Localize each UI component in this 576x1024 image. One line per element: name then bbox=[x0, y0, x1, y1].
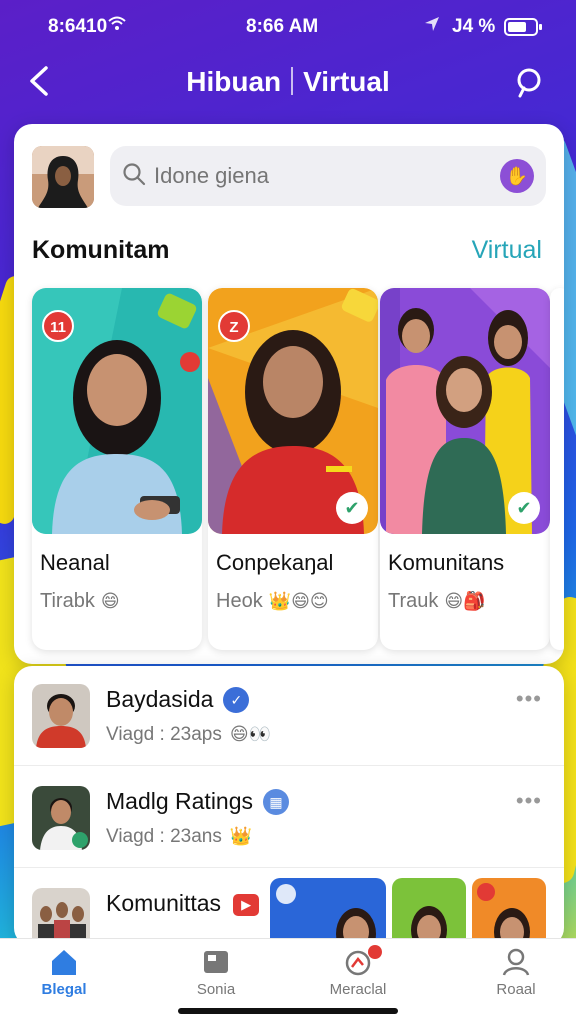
verified-icon: ✔ bbox=[336, 492, 368, 524]
user-photo bbox=[32, 146, 94, 208]
nav-label: Sonia bbox=[196, 981, 236, 998]
community-sub: Heok 👑😄😊 bbox=[216, 590, 329, 612]
community-sub: Tirabk 😄 bbox=[40, 590, 120, 612]
activity-list: Baydasida ✓ Viagd : 23aps 😄👀 ••• Madlg Rat… bbox=[14, 666, 564, 946]
title-right: Virtual bbox=[303, 66, 390, 97]
community-badge: Z bbox=[218, 310, 250, 342]
community-name: Neanal bbox=[40, 550, 110, 575]
home-icon bbox=[52, 950, 76, 975]
community-name: Conpekaŋal bbox=[216, 550, 334, 575]
nav-label: Roaal bbox=[496, 981, 536, 998]
list-item[interactable]: Madlg Ratings ▦ Viagd : 23ans 👑 ••• bbox=[14, 768, 564, 868]
community-card[interactable]: Z ✔ Conpekaŋal Heok 👑😄😊 bbox=[208, 288, 378, 650]
home-indicator bbox=[178, 1008, 398, 1014]
nav-item-media[interactable]: Sonia bbox=[156, 947, 276, 998]
play-icon: ▶ bbox=[233, 894, 260, 916]
media-icon bbox=[204, 951, 228, 973]
avatar[interactable] bbox=[32, 146, 94, 208]
more-icon[interactable]: ••• bbox=[516, 686, 542, 712]
list-item[interactable]: Baydasida ✓ Viagd : 23aps 😄👀 ••• bbox=[14, 666, 564, 766]
community-image: ✔ bbox=[380, 288, 550, 534]
community-image: Z ✔ bbox=[208, 288, 378, 534]
nav-item-activity[interactable]: Meraclal bbox=[298, 945, 418, 998]
more-icon[interactable]: ••• bbox=[516, 788, 542, 814]
community-sub: Trauk 😄🎒 bbox=[388, 590, 486, 612]
nav-item-profile[interactable]: Roaal bbox=[456, 947, 576, 998]
status-time-left: 8:6410 bbox=[48, 16, 108, 37]
title-left: Hibuan bbox=[186, 66, 282, 97]
list-item-sub: Viagd : 23ans 👑 bbox=[106, 826, 253, 847]
communities-card: ✋ Komunitam Virtual 11 Neanal Tirabk😄 bbox=[14, 124, 564, 664]
notification-dot bbox=[368, 945, 382, 959]
community-name: Komunitans bbox=[388, 550, 505, 575]
voice-button[interactable]: ✋ bbox=[500, 159, 534, 193]
search-input[interactable] bbox=[154, 159, 484, 193]
list-item-title: Baydasida ✓ bbox=[106, 686, 250, 713]
page-title: Hibuan Virtual bbox=[0, 66, 576, 98]
nav-item-home[interactable]: Blegal bbox=[4, 947, 124, 998]
search-icon bbox=[517, 68, 541, 98]
community-card[interactable]: ✔ Komunitans Trauk 😄🎒 bbox=[380, 288, 550, 650]
battery-icon bbox=[504, 18, 542, 36]
verified-icon: ✓ bbox=[223, 687, 250, 713]
title-divider bbox=[291, 67, 294, 95]
thumbnail[interactable] bbox=[472, 878, 546, 946]
app-header: Hibuan Virtual bbox=[0, 58, 576, 108]
search-button[interactable] bbox=[512, 66, 546, 100]
section-title: Komunitam bbox=[32, 236, 170, 264]
list-item-title: Madlg Ratings ▦ bbox=[106, 788, 290, 815]
avatar bbox=[32, 786, 90, 850]
voice-icon: ✋ bbox=[505, 166, 529, 186]
media-thumbnails bbox=[270, 878, 560, 946]
nav-label: Meraclal bbox=[329, 981, 387, 998]
search-icon bbox=[123, 163, 146, 186]
nav-label: Blegal bbox=[41, 981, 87, 998]
avatar bbox=[32, 684, 90, 748]
see-all-link[interactable]: Virtual bbox=[472, 236, 542, 265]
status-time: 8:66 AM bbox=[246, 16, 319, 37]
community-image: 11 bbox=[32, 288, 202, 534]
wifi-icon bbox=[108, 16, 126, 37]
search-bar[interactable]: ✋ bbox=[110, 146, 546, 206]
profile-icon bbox=[502, 948, 530, 976]
list-item[interactable]: Komunittas ▶ bbox=[14, 870, 564, 946]
status-bar: 8:6410 8:66 AM J4 % bbox=[0, 0, 576, 54]
community-card[interactable]: 11 Neanal Tirabk 😄 bbox=[32, 288, 202, 650]
battery-percent: J4 % bbox=[452, 16, 496, 37]
community-badge: 11 bbox=[42, 310, 74, 342]
location-icon bbox=[424, 16, 440, 36]
thumbnail[interactable] bbox=[392, 878, 466, 946]
rating-icon: ▦ bbox=[263, 789, 290, 815]
verified-icon: ✔ bbox=[508, 492, 540, 524]
list-item-sub: Viagd : 23aps 😄👀 bbox=[106, 724, 272, 745]
community-card-peek[interactable] bbox=[550, 288, 564, 650]
list-item-title: Komunittas ▶ bbox=[106, 890, 260, 917]
thumbnail[interactable] bbox=[270, 878, 386, 946]
